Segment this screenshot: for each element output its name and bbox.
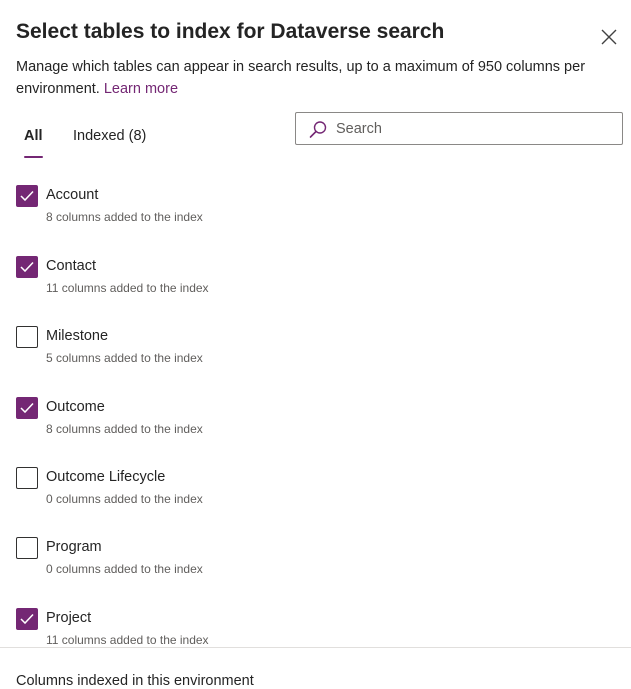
close-button[interactable] bbox=[599, 27, 619, 47]
table-checkbox[interactable] bbox=[16, 256, 38, 278]
table-name: Project bbox=[46, 610, 92, 626]
close-icon bbox=[601, 29, 617, 45]
table-checkbox[interactable] bbox=[16, 537, 38, 559]
list-item: Outcome Lifecycle 0 columns added to the… bbox=[0, 467, 631, 523]
table-columns-count: 0 columns added to the index bbox=[46, 492, 203, 506]
dialog-title: Select tables to index for Dataverse sea… bbox=[16, 20, 445, 43]
checkmark-icon bbox=[20, 402, 34, 414]
table-columns-count: 11 columns added to the index bbox=[46, 633, 209, 647]
list-item: Account 8 columns added to the index bbox=[0, 185, 631, 241]
table-name: Contact bbox=[46, 258, 96, 274]
dialog-description: Manage which tables can appear in search… bbox=[16, 56, 616, 100]
table-columns-count: 0 columns added to the index bbox=[46, 562, 203, 576]
table-name: Account bbox=[46, 187, 99, 203]
checkmark-icon bbox=[20, 261, 34, 273]
search-box[interactable] bbox=[295, 112, 623, 145]
table-name: Milestone bbox=[46, 328, 109, 344]
table-columns-count: 8 columns added to the index bbox=[46, 210, 203, 224]
tab-selected-indicator bbox=[24, 156, 43, 158]
list-item: Contact 11 columns added to the index bbox=[0, 256, 631, 312]
table-columns-count: 5 columns added to the index bbox=[46, 351, 203, 365]
description-text: Manage which tables can appear in search… bbox=[16, 59, 586, 97]
table-checkbox[interactable] bbox=[16, 397, 38, 419]
table-columns-count: 11 columns added to the index bbox=[46, 281, 209, 295]
search-icon bbox=[309, 121, 327, 138]
footer-label: Columns indexed in this environment bbox=[16, 673, 254, 689]
table-columns-count: 8 columns added to the index bbox=[46, 422, 203, 436]
tab-indexed[interactable]: Indexed (8) bbox=[73, 128, 146, 144]
list-item: Program 0 columns added to the index bbox=[0, 537, 631, 593]
table-checkbox[interactable] bbox=[16, 608, 38, 630]
checkmark-icon bbox=[20, 190, 34, 202]
list-item: Milestone 5 columns added to the index bbox=[0, 326, 631, 382]
list-item: Project 11 columns added to the index bbox=[0, 608, 631, 664]
table-name: Program bbox=[46, 539, 102, 555]
table-name: Outcome bbox=[46, 399, 105, 415]
table-checkbox[interactable] bbox=[16, 467, 38, 489]
table-checkbox[interactable] bbox=[16, 326, 38, 348]
footer-divider bbox=[0, 647, 631, 648]
learn-more-link[interactable]: Learn more bbox=[104, 81, 178, 97]
table-name: Outcome Lifecycle bbox=[46, 469, 166, 485]
search-input[interactable] bbox=[336, 119, 606, 139]
list-item: Outcome 8 columns added to the index bbox=[0, 397, 631, 453]
tab-all[interactable]: All bbox=[24, 128, 43, 144]
table-checkbox[interactable] bbox=[16, 185, 38, 207]
checkmark-icon bbox=[20, 613, 34, 625]
